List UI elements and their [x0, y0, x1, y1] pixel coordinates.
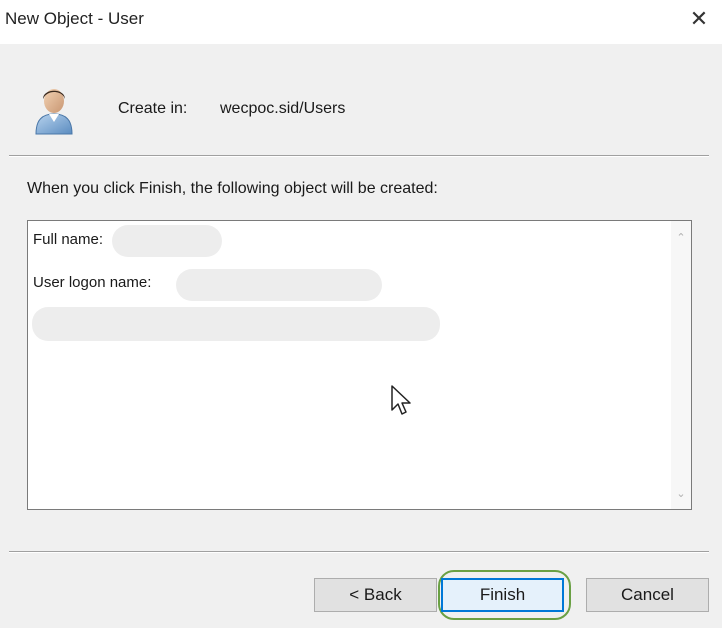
close-button[interactable]: ✕ [676, 0, 722, 38]
redacted-line [32, 307, 440, 341]
create-in-path: wecpoc.sid/Users [220, 100, 346, 117]
create-in-label: Create in: [118, 100, 188, 117]
header-area: Create in: wecpoc.sid/Users [0, 44, 722, 154]
logon-name-label: User logon name: [33, 274, 152, 291]
separator-bottom [9, 551, 709, 553]
user-icon [35, 89, 73, 135]
scroll-down-icon[interactable]: ⌄ [671, 483, 691, 503]
redacted-full-name [112, 225, 222, 257]
summary-intro: When you click Finish, the following obj… [27, 180, 438, 197]
summary-textbox[interactable]: Full name: User logon name: ⌃ ⌄ [27, 220, 692, 510]
scroll-up-icon[interactable]: ⌃ [671, 227, 691, 247]
title-bar: New Object - User ✕ [0, 0, 722, 44]
full-name-label: Full name: [33, 231, 104, 248]
cancel-button[interactable]: Cancel [586, 578, 709, 612]
redacted-logon-name [176, 269, 382, 301]
summary-scrollbar[interactable]: ⌃ ⌄ [671, 221, 691, 509]
close-icon: ✕ [689, 6, 709, 31]
separator-top [9, 155, 709, 157]
finish-button[interactable]: Finish [441, 578, 564, 612]
mouse-pointer-icon [391, 385, 411, 415]
window-title: New Object - User [5, 9, 144, 28]
back-button[interactable]: < Back [314, 578, 437, 612]
